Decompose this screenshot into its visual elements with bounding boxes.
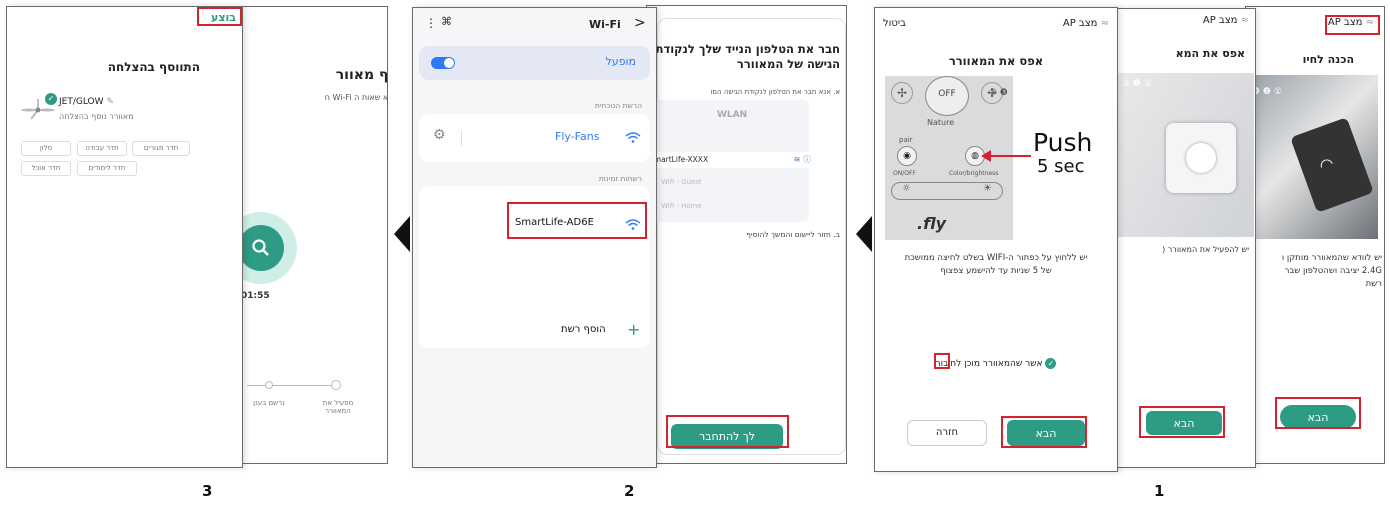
room-chip-study[interactable]: חדר לימודים (77, 161, 137, 176)
sec-text: 5 sec (1037, 156, 1085, 177)
highlight-done (197, 7, 242, 26)
prepare-header: הכנה לחיו (1302, 53, 1354, 66)
current-network-row[interactable]: ⚙ Fly-Fans (419, 114, 650, 162)
confirm-checkbox[interactable]: ✓ (1045, 358, 1057, 369)
onoff-label: ON/OFF (893, 170, 916, 177)
step-dots-2: ① ❷ ③ (1122, 79, 1152, 89)
wifi-small-icon-2: ≈ (1237, 15, 1249, 26)
progress-step-2-label: נרשם בענן (253, 399, 285, 407)
progress-step-1-label: מפעיל את המאוורר (322, 399, 354, 415)
arrow-left-1 (856, 216, 872, 252)
network-settings-icon[interactable]: ⚙ (433, 127, 446, 143)
add-network-row[interactable]: הוסף רשת + (419, 320, 650, 344)
room-chip-living[interactable]: חדר מגורים (132, 141, 190, 156)
fly-logo: .fly (917, 214, 947, 233)
more-options-icon[interactable]: ⋮ (425, 16, 437, 30)
connect-ap-screen: חבר את הטלפון הנייד שלך לנקודת הגישה של … (646, 5, 847, 464)
current-network-name: Fly-Fans (555, 130, 600, 143)
step-number-3: 3 (202, 482, 213, 500)
available-networks-heading: רשתות זמינות (598, 174, 642, 183)
step-dots-3: ② ❸ (989, 88, 1008, 98)
guest-network: Wifi - Guest (661, 178, 702, 186)
progress-dot-1 (331, 380, 341, 390)
wifi-title: Wi-Fi (589, 18, 621, 31)
edit-icon[interactable]: ✎ (106, 97, 114, 107)
wifi-info-icon: ≋ ⓘ (793, 155, 811, 164)
device-name: JET/GLOW ✎ (59, 97, 114, 107)
wlan-label: WLAN (717, 110, 748, 120)
front-ap-title: ≈ מצב AP (1062, 18, 1109, 29)
highlight-prepare-next (1275, 397, 1361, 429)
wifi-lock-icon (625, 132, 641, 143)
reset-middle-header: אפס את המא (1175, 47, 1245, 60)
reset-fan-screen: ביטול ≈ מצב AP אפס את המאוורר ✢ OFF ✢ Na… (874, 7, 1118, 472)
highlight-smartlife-network (507, 202, 647, 239)
step-dots: ① ❷ ❸ (1252, 87, 1282, 97)
reset-ap-title: ≈ מצב AP (1202, 15, 1249, 26)
wifi-small-icon-3: ≈ (1097, 18, 1109, 29)
push-text: Push (1033, 128, 1093, 157)
current-network-heading: הרשת הנוכחית (594, 101, 642, 110)
prepare-screen: ≈ מצב AP הכנה לחיו ① ❷ ❸ ◠ יש לוודא שהמא… (1245, 6, 1385, 464)
scan-icon[interactable]: ⌘ (441, 15, 452, 28)
confirm-row[interactable]: ✓ אשר שהמאוורר מוכן לחיבור (875, 358, 1117, 369)
adding-header: מוסיף מאוור (335, 67, 388, 83)
back-button[interactable]: חזרה (907, 420, 987, 446)
connect-step-a: א. אנא חבר את הטלפון לנקודת הגישה המו (710, 88, 840, 96)
step-number-1: 1 (1154, 482, 1165, 500)
wifi-toggle-row[interactable]: מופעל (419, 46, 650, 80)
highlight-ap-mode (1325, 15, 1380, 35)
wifi-enabled-label: מופעל (605, 55, 636, 68)
off-button: OFF (925, 76, 969, 116)
connect-step-b: ב. חזור ליישום והמשך להוסיף (746, 230, 840, 239)
search-icon (252, 239, 269, 256)
brightness-bar: ☼ ☀ (891, 182, 1003, 200)
room-chip-work[interactable]: חדר עבודה (77, 141, 127, 156)
adding-body: וודא שאות ה Wi-Fi ח (324, 93, 388, 102)
wall-switch (1166, 123, 1236, 193)
arrow-to-button-icon (981, 150, 1031, 162)
reset-middle-body: יש להפעיל את המאוורר ( (1162, 245, 1249, 254)
progress-track (247, 385, 339, 386)
wall-switch-photo: ① ❷ ③ (1116, 73, 1254, 237)
reset-instruction: יש ללחוץ על כפתור ה-WIFI בשלט לחיצה ממוש… (904, 253, 1088, 276)
reset-step-screen: ≈ מצב AP אפס את המא ① ❷ ③ יש להפעיל את ה… (1113, 8, 1256, 468)
device-row: ✓ (17, 93, 217, 127)
fan-button-left: ✢ (891, 82, 913, 104)
timer-text: 01:55 (241, 291, 270, 301)
reset-fan-header: אפס את המאוורר (948, 54, 1044, 68)
connect-header: חבר את הטלפון הנייד שלך לנקודת הגישה של … (655, 42, 840, 71)
device-status: מאוורר נוסף בהצלחה (59, 112, 134, 121)
onoff-button: ◉ (897, 146, 917, 166)
home-network: Wifi - Home (661, 202, 702, 210)
phone-in-hand: ◠ (1290, 117, 1374, 213)
nature-label: Nature (927, 118, 955, 127)
add-icon[interactable]: + (627, 320, 640, 339)
room-chip-dining[interactable]: חדר אוכל (21, 161, 71, 176)
highlight-go-connect (666, 415, 789, 448)
success-title: התווסף בהצלחה (107, 60, 200, 74)
check-badge-icon: ✓ (45, 93, 57, 105)
color-label: Color/brightness (949, 170, 999, 177)
ap-network-row: SmartLife-XXXX ≋ ⓘ (649, 152, 811, 168)
highlight-confirm-checkbox (934, 353, 950, 369)
highlight-middle-next (1139, 406, 1225, 438)
prepare-body: יש לוודא שהמאוורר מותקן ו 2.4G יציבה ושה… (1281, 253, 1382, 289)
highlight-reset-next (1001, 416, 1087, 448)
chevron-right-icon[interactable]: > (634, 15, 646, 31)
phone-laptop-photo: ① ❷ ❸ ◠ (1250, 75, 1378, 239)
added-success-screen: בוצע התווסף בהצלחה ✓ JET/GLOW ✎ מאוורר נ… (6, 6, 243, 468)
confirm-label: אשר שהמאוורר מוכן לחיבור (935, 359, 1043, 369)
arrow-left-2 (394, 216, 410, 252)
step-number-2: 2 (624, 482, 635, 500)
cancel-button[interactable]: ביטול (883, 18, 906, 29)
pair-label: pair (899, 136, 913, 144)
remote-image: ✢ OFF ✢ Nature pair ◉ ◍ ON/OFF Color/bri… (885, 76, 1109, 240)
wifi-toggle-switch[interactable] (431, 57, 455, 69)
room-chip-salon[interactable]: סלון (21, 141, 71, 156)
add-network-label: הוסף רשת (561, 324, 606, 335)
progress-dot-2 (265, 381, 273, 389)
